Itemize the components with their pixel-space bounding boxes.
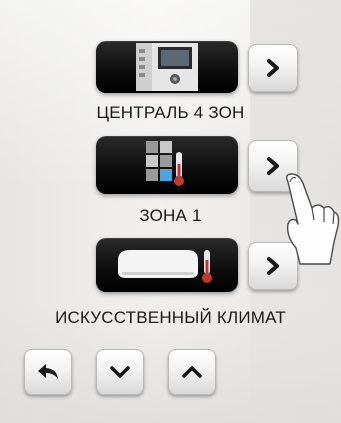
air-conditioner-tile[interactable] <box>96 238 238 292</box>
scroll-up-button[interactable] <box>168 349 216 395</box>
air-conditioner-icon <box>118 250 212 283</box>
chevron-up-icon <box>182 366 202 378</box>
zone-tile[interactable] <box>96 136 238 194</box>
chevron-right-icon <box>267 59 279 77</box>
control-unit-tile[interactable] <box>96 41 238 93</box>
item-1-label: ЦЕНТРАЛЬ 4 ЗОН <box>96 103 245 122</box>
scroll-down-button[interactable] <box>96 349 144 395</box>
control-unit-icon <box>136 43 198 91</box>
pointing-hand-icon <box>285 173 340 265</box>
item-3-label: ИСКУССТВЕННЫЙ КЛИМАТ <box>55 308 286 327</box>
zone-thermometer-icon <box>146 141 184 186</box>
back-arrow-icon <box>38 364 58 379</box>
item-1-next-button[interactable] <box>248 44 298 92</box>
back-button[interactable] <box>24 349 72 395</box>
chevron-down-icon <box>110 366 130 378</box>
